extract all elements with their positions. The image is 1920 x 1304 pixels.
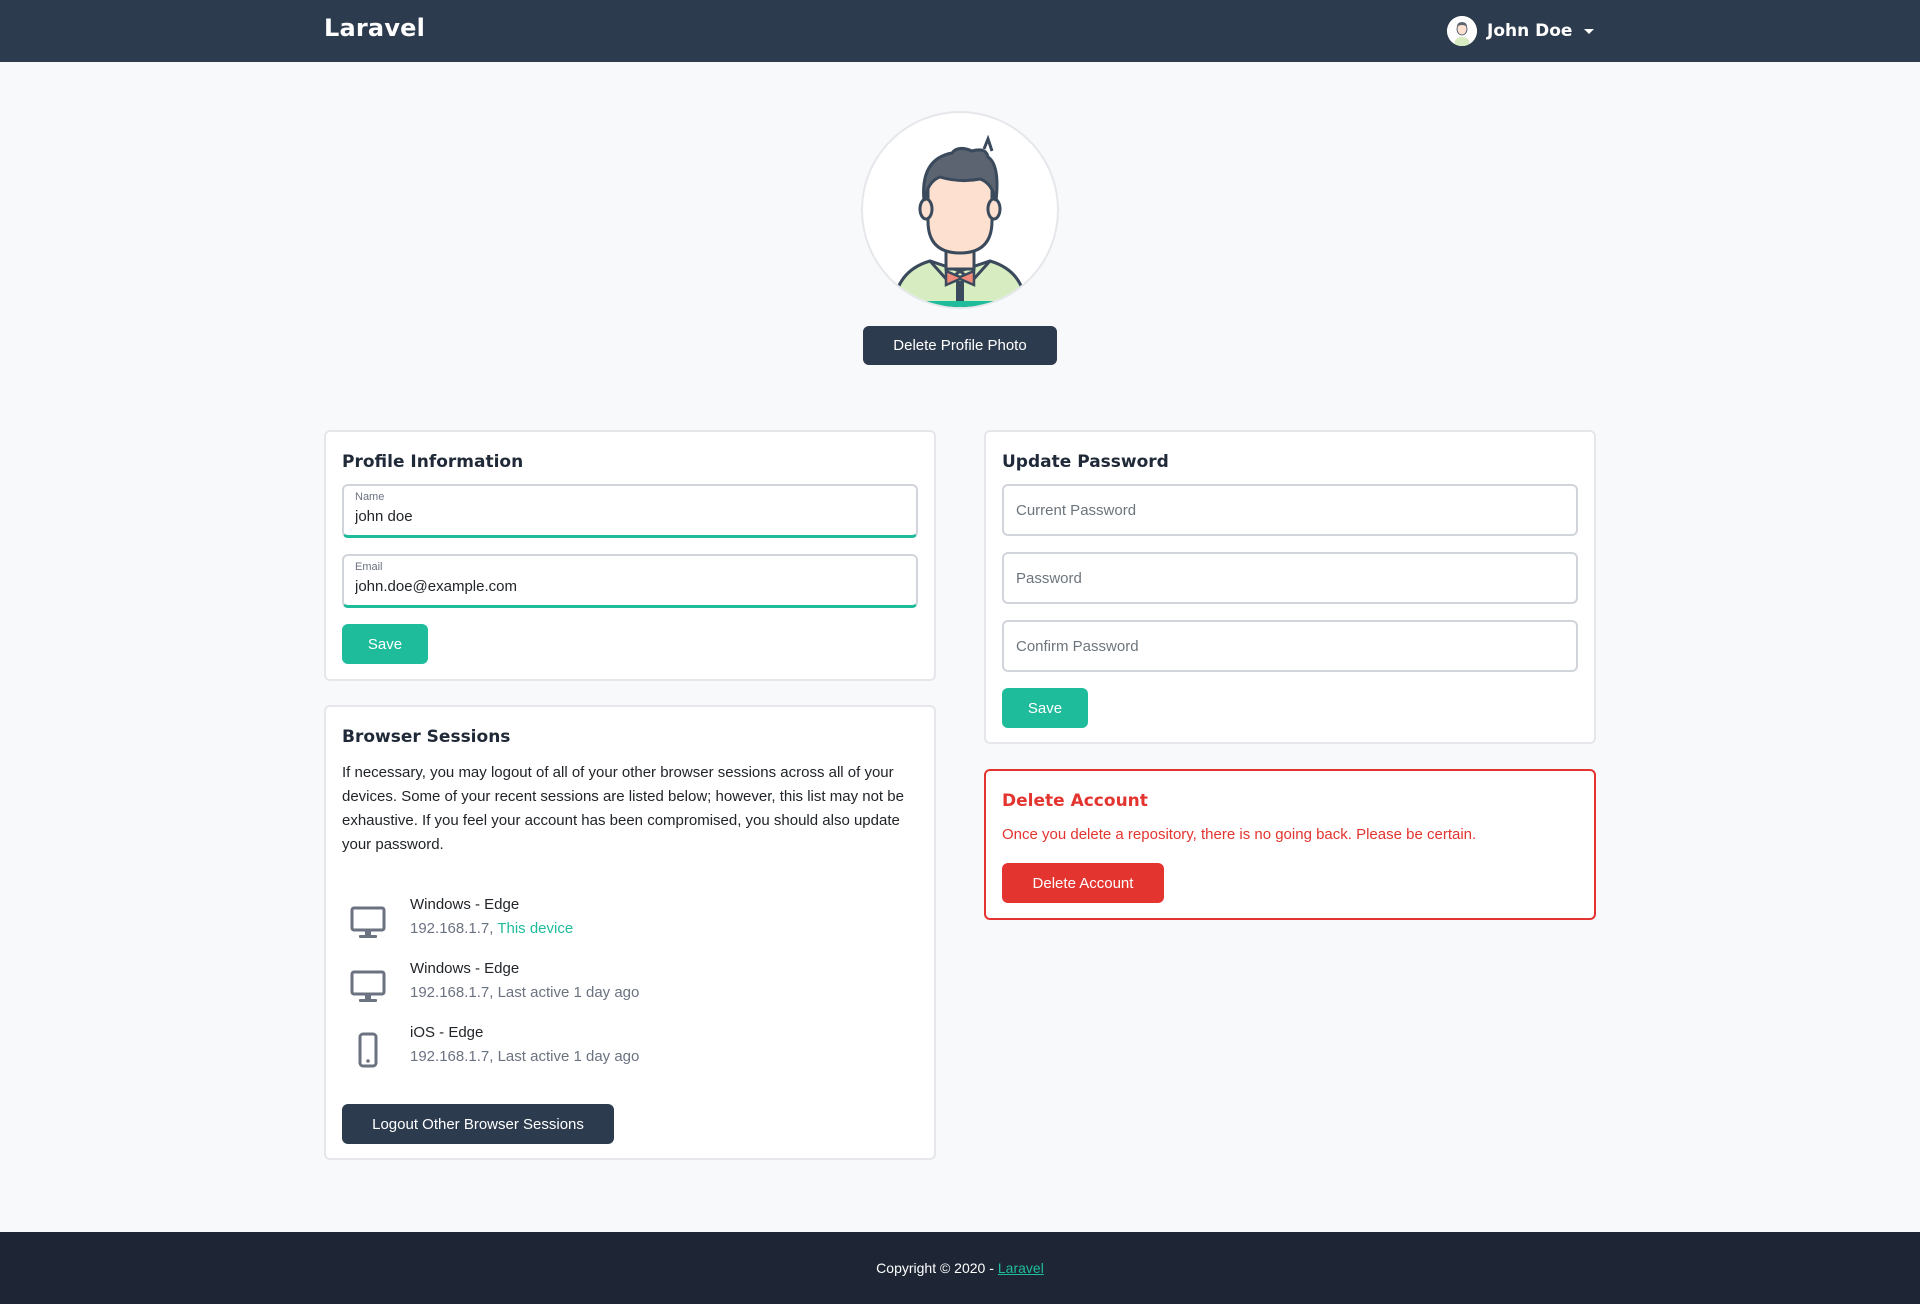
footer-copyright: Copyright © 2020 - <box>876 1260 994 1276</box>
session-item: Windows - Edge 192.168.1.7, This device <box>348 896 908 946</box>
mobile-icon <box>358 1032 378 1068</box>
navbar: Laravel John Doe <box>0 0 1920 62</box>
profile-photo <box>861 111 1059 309</box>
session-ip: 192.168.1.7, <box>410 984 494 1001</box>
delete-profile-photo-button[interactable]: Delete Profile Photo <box>863 326 1057 365</box>
user-avatar <box>1447 16 1477 46</box>
profile-information-title: Profile Information <box>342 452 524 472</box>
user-name: John Doe <box>1487 21 1573 41</box>
desktop-icon <box>350 906 386 938</box>
profile-save-button[interactable]: Save <box>342 624 428 664</box>
session-status: Last active 1 day ago <box>497 1048 640 1065</box>
new-password-input[interactable] <box>1002 552 1578 604</box>
delete-account-warning: Once you delete a repository, there is n… <box>1002 826 1477 843</box>
user-illustration-icon <box>892 134 1028 307</box>
update-password-card: Update Password Save <box>984 430 1596 744</box>
name-input[interactable] <box>355 508 905 525</box>
update-password-title: Update Password <box>1002 452 1169 472</box>
current-password-input[interactable] <box>1002 484 1578 536</box>
footer-laravel-link[interactable]: Laravel <box>998 1260 1044 1276</box>
session-device: Windows - Edge <box>410 896 520 913</box>
delete-account-button[interactable]: Delete Account <box>1002 863 1164 903</box>
confirm-password-input[interactable] <box>1002 620 1578 672</box>
email-label: Email <box>355 561 383 573</box>
profile-information-card: Profile Information Name Email Save <box>324 430 936 681</box>
name-label: Name <box>355 491 385 503</box>
session-status: Last active 1 day ago <box>497 984 640 1001</box>
session-ip: 192.168.1.7, <box>410 1048 494 1065</box>
user-menu-dropdown[interactable]: John Doe <box>1447 15 1595 47</box>
email-field[interactable]: Email <box>342 554 918 608</box>
session-device: iOS - Edge <box>410 1024 484 1041</box>
browser-sessions-description: If necessary, you may logout of all of y… <box>342 764 904 853</box>
session-meta: 192.168.1.7, Last active 1 day ago <box>410 984 639 1001</box>
desktop-icon <box>350 970 386 1002</box>
name-field[interactable]: Name <box>342 484 918 538</box>
session-meta: 192.168.1.7, This device <box>410 920 573 937</box>
session-meta: 192.168.1.7, Last active 1 day ago <box>410 1048 639 1065</box>
logout-other-sessions-button[interactable]: Logout Other Browser Sessions <box>342 1104 614 1144</box>
delete-account-card: Delete Account Once you delete a reposit… <box>984 769 1596 920</box>
password-save-button[interactable]: Save <box>1002 688 1088 728</box>
footer: Copyright © 2020 - Laravel <box>0 1232 1920 1304</box>
session-status: This device <box>497 920 574 937</box>
avatar-icon <box>1447 16 1477 46</box>
browser-sessions-card: Browser Sessions If necessary, you may l… <box>324 705 936 1160</box>
brand-logo[interactable]: Laravel <box>324 14 425 42</box>
browser-sessions-title: Browser Sessions <box>342 727 511 747</box>
session-item: Windows - Edge 192.168.1.7, Last active … <box>348 960 908 1010</box>
chevron-down-icon <box>1584 28 1595 34</box>
session-device: Windows - Edge <box>410 960 520 977</box>
delete-account-title: Delete Account <box>1002 791 1148 811</box>
email-input[interactable] <box>355 578 905 595</box>
session-ip: 192.168.1.7, <box>410 920 494 937</box>
session-item: iOS - Edge 192.168.1.7, Last active 1 da… <box>348 1024 908 1074</box>
